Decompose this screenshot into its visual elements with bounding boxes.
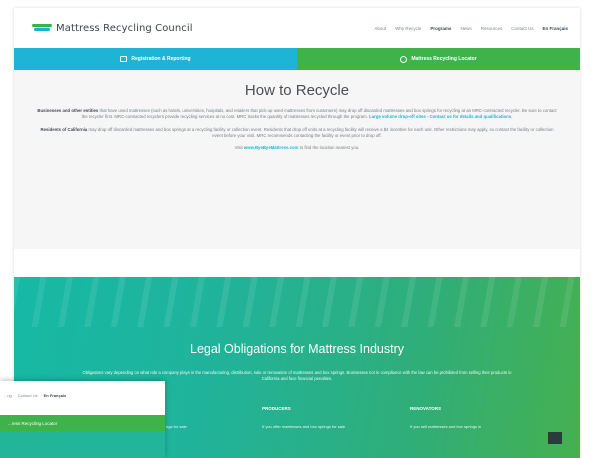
legal-obligations-title: Legal Obligations for Mattress Industry (190, 342, 404, 356)
site-header: Mattress Recycling Council About Why Rec… (14, 8, 580, 48)
visit-paragraph: Visit www.ByeByeMattress.com to find the… (37, 145, 557, 151)
page-title: How to Recycle (244, 82, 350, 99)
businesses-paragraph: Businesses and other entities that have … (37, 108, 557, 121)
logo-text: Mattress Recycling Council (56, 22, 193, 34)
nav-contact-us[interactable]: Contact Us (511, 26, 533, 31)
secondary-locator-bar[interactable]: ...ress Recycling Locator (0, 415, 165, 431)
registration-reporting-label: Registration & Reporting (131, 56, 191, 62)
recycling-locator-label: Mattress Recycling Locator (411, 56, 477, 62)
how-to-recycle-section: How to Recycle Businesses and other enti… (14, 70, 580, 249)
residents-paragraph: Residents of California may drop off dis… (37, 127, 557, 140)
secondary-teal-section (0, 431, 165, 458)
site-logo[interactable]: Mattress Recycling Council (32, 23, 193, 34)
nav-news[interactable]: News (460, 26, 471, 31)
recycling-locator-button[interactable]: Mattress Recycling Locator (297, 48, 580, 70)
residents-text: may drop off discarded mattresses and bo… (87, 126, 554, 138)
nav-why-recycle[interactable]: Why Recycle (395, 26, 421, 31)
visit-pre: Visit (234, 145, 244, 151)
secondary-nav: ...ng Contact Us En Français (0, 381, 165, 398)
secondary-nav-item[interactable]: ...ng (4, 393, 12, 398)
action-bars: Registration & Reporting Mattress Recycl… (14, 48, 580, 70)
secondary-nav-contact[interactable]: Contact Us (18, 393, 38, 398)
secondary-nav-en-francais[interactable]: En Français (44, 393, 67, 398)
visit-post: to find the location nearest you. (298, 145, 360, 151)
main-nav: About Why Recycle Programs News Resource… (374, 26, 568, 31)
residents-lead: Residents of California (40, 126, 88, 132)
large-volume-link[interactable]: Large volume drop-off sites - Contact us… (369, 114, 512, 119)
registration-reporting-button[interactable]: Registration & Reporting (14, 48, 297, 70)
nav-about[interactable]: About (374, 26, 386, 31)
location-icon (400, 55, 408, 63)
logo-mark-icon (32, 23, 52, 33)
nav-programs[interactable]: Programs (430, 26, 451, 31)
nav-en-francais[interactable]: En Français (542, 26, 568, 31)
byebyemattress-link[interactable]: www.ByeByeMattress.com (244, 145, 299, 150)
nav-resources[interactable]: Resources (481, 26, 503, 31)
secondary-locator-label: ...ress Recycling Locator (8, 420, 58, 426)
secondary-screenshot: ...ng Contact Us En Français ...ress Rec… (0, 381, 165, 458)
calendar-icon (120, 56, 128, 62)
businesses-lead: Businesses and other entities (37, 108, 99, 113)
